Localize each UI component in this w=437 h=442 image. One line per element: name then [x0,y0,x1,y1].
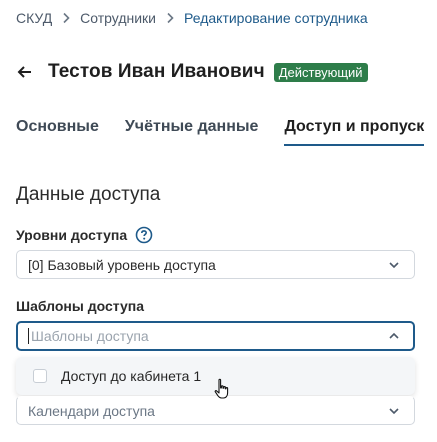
access-calendars-placeholder: Календари доступа [28,402,155,419]
breadcrumb-item-edit-employee: Редактирование сотрудника [184,10,368,26]
chevron-right-icon [62,12,70,24]
breadcrumb: СКУД Сотрудники Редактирование сотрудник… [16,9,368,27]
back-arrow-icon[interactable] [16,63,34,81]
access-templates-label: Шаблоны доступа [16,298,144,314]
chevron-right-icon [166,12,174,24]
access-templates-label-text: Шаблоны доступа [16,298,144,314]
access-templates-placeholder: Шаблоны доступа [31,328,149,344]
section-title: Данные доступа [16,184,161,205]
help-icon[interactable] [135,226,153,244]
chevron-down-icon [388,259,400,271]
tab-bar: Основные Учётные данные Доступ и пропуск [16,118,437,148]
tab-main[interactable]: Основные [16,118,99,146]
access-levels-label-text: Уровни доступа [16,227,128,243]
option-checkbox[interactable] [33,369,47,383]
tab-credentials[interactable]: Учётные данные [125,118,259,146]
page-header: Тестов Иван Иванович Действующий [16,60,368,84]
text-caret [28,328,29,344]
chevron-down-icon [388,405,400,417]
breadcrumb-item-employees[interactable]: Сотрудники [80,10,156,26]
option-label[interactable]: Доступ до кабинета 1 [61,368,201,384]
status-badge: Действующий [273,62,368,82]
chevron-up-icon [388,330,400,342]
access-templates-select[interactable]: Шаблоны доступа [16,321,415,351]
tab-access-and-pass[interactable]: Доступ и пропуск [284,118,424,146]
access-calendars-select[interactable]: Календари доступа [16,396,415,425]
page-title: Тестов Иван Иванович [48,61,265,82]
hand-cursor-icon [214,378,229,399]
breadcrumb-item-skud[interactable]: СКУД [16,10,52,26]
access-levels-select[interactable]: [0] Базовый уровень доступа [16,250,415,279]
access-levels-value: [0] Базовый уровень доступа [28,256,216,273]
access-levels-label: Уровни доступа [16,226,153,244]
